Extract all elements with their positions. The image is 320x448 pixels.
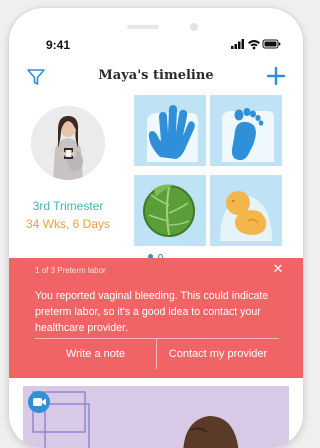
app-screen: 9:41 Maya's timeline 3rd Trimester 34 Wk…: [9, 8, 303, 448]
milestone-tile-handprint[interactable]: [134, 95, 206, 166]
fetus-icon: [220, 191, 272, 241]
video-thumbnail: [23, 386, 289, 448]
phone-frame: 9:41 Maya's timeline 3rd Trimester 34 Wk…: [9, 8, 303, 448]
contact-provider-button[interactable]: Contact my provider: [157, 339, 279, 369]
footprint-icon: [222, 108, 274, 162]
status-time: 9:41: [46, 38, 71, 52]
close-icon[interactable]: ✕: [271, 262, 285, 276]
timeline-video-card[interactable]: [23, 386, 289, 448]
alert-message: You reported vaginal bleeding. This coul…: [35, 290, 269, 334]
plus-icon: [266, 66, 286, 86]
front-camera: [190, 23, 198, 31]
milestone-tile-baby[interactable]: [210, 175, 282, 246]
milestone-tile-size[interactable]: [134, 175, 206, 246]
cabbage-icon: [143, 184, 195, 237]
page-title: Maya's timeline: [98, 68, 214, 83]
speaker-grille: [127, 25, 159, 29]
trimester-label: 3rd Trimester: [32, 199, 104, 213]
weeks-days-label: 34 Wks, 6 Days: [25, 217, 111, 231]
app-header: Maya's timeline: [9, 60, 303, 94]
signal-icon: [231, 39, 244, 49]
alert-counter: 1 of 3 Preterm labor: [35, 266, 106, 275]
milestone-carousel[interactable]: 3rd Trimester 34 Wks, 6 Days: [9, 94, 303, 259]
milestone-tile-footprint[interactable]: [210, 95, 282, 166]
status-icons: [231, 39, 281, 50]
add-entry-button[interactable]: [265, 65, 287, 87]
write-note-button[interactable]: Write a note: [35, 339, 156, 369]
wifi-icon: [248, 40, 260, 50]
profile-photo: [31, 106, 105, 180]
video-camera-icon: [28, 391, 50, 413]
preterm-labor-alert: 1 of 3 Preterm labor ✕ You reported vagi…: [9, 258, 303, 378]
handprint-icon: [147, 105, 198, 162]
battery-icon: [262, 39, 281, 49]
